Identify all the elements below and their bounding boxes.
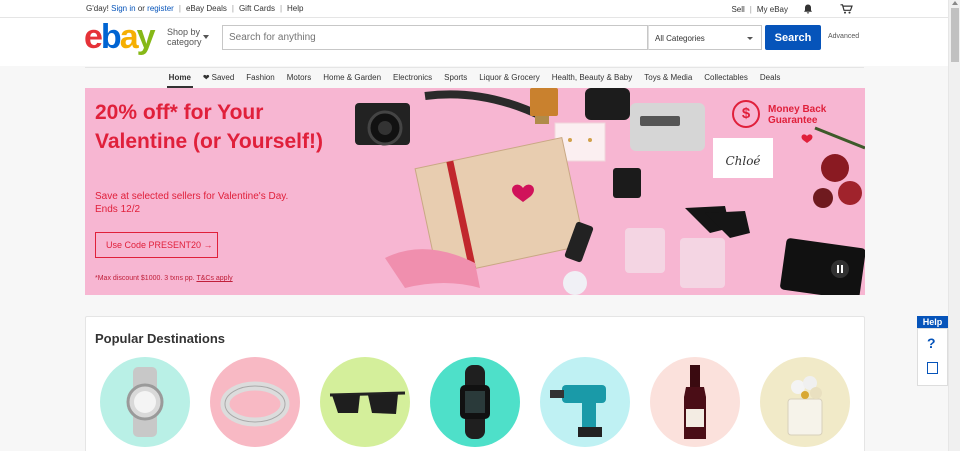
bell-icon[interactable]: [802, 4, 814, 14]
search-input[interactable]: [222, 25, 648, 50]
popular-destinations: Popular Destinations: [85, 316, 865, 451]
nav-label: Health, Beauty & Baby: [551, 73, 633, 82]
nav-label: Sports: [444, 73, 468, 82]
fitness-tracker-icon: [460, 365, 490, 439]
category-nav: Home ❤ Saved Fashion Motors Home & Garden…: [85, 67, 864, 88]
nav-item-liquor-grocery[interactable]: Liquor & Grocery: [473, 68, 545, 88]
nav-label: Home: [168, 73, 191, 82]
nav-label: Toys & Media: [644, 73, 693, 82]
help-link[interactable]: Help: [287, 4, 303, 13]
wine-bottle-icon: [684, 365, 706, 439]
or-text: or: [137, 4, 145, 13]
heart-icon: ❤: [202, 73, 210, 82]
perfume-destination[interactable]: [760, 357, 850, 447]
banner-fine-print: *Max discount $1000. 3 txns pp. T&Cs app…: [95, 275, 233, 282]
nav-label: Motors: [286, 73, 312, 82]
nav-item-toys-media[interactable]: Toys & Media: [638, 68, 698, 88]
help-label: Help: [917, 316, 948, 328]
divider: |: [231, 4, 234, 13]
category-select-value: All Categories: [655, 34, 705, 43]
nav-label: Deals: [759, 73, 781, 82]
nav-label: Liquor & Grocery: [479, 73, 540, 82]
category-label: category: [167, 37, 202, 47]
pause-icon[interactable]: [831, 260, 849, 278]
nav-item-electronics[interactable]: Electronics: [387, 68, 438, 88]
ebay-logo[interactable]: ebay: [84, 18, 156, 56]
nav-item-home[interactable]: Home: [163, 68, 197, 88]
money-back-label: Money Back Guarantee: [768, 104, 826, 126]
logo-letter: b: [100, 18, 122, 56]
destination-list: [100, 357, 870, 447]
bracelet-destination[interactable]: [210, 357, 300, 447]
nav-item-home-garden[interactable]: Home & Garden: [317, 68, 387, 88]
cart-icon[interactable]: [840, 4, 853, 14]
advanced-search-link[interactable]: Advanced: [828, 33, 859, 40]
chevron-down-icon: [203, 35, 209, 39]
help-panel: ?: [917, 328, 948, 386]
help-widget[interactable]: Help ?: [917, 316, 948, 386]
nav-item-deals[interactable]: Deals: [754, 68, 786, 88]
logo-letter: a: [119, 18, 139, 56]
perfume-icon: [787, 376, 823, 436]
greeting-text: G'day!: [86, 4, 109, 13]
top-bar-right: Sell | My eBay: [731, 4, 853, 14]
nav-item-collectables[interactable]: Collectables: [698, 68, 754, 88]
fine-print-text: *Max discount $1000. 3 txns pp.: [95, 275, 195, 282]
nav-label: Collectables: [704, 73, 748, 82]
nav-item-health-beauty-baby[interactable]: Health, Beauty & Baby: [546, 68, 639, 88]
chloe-box-text: Chloé: [725, 154, 760, 168]
nav-item-sports[interactable]: Sports: [438, 68, 473, 88]
sunglasses-icon: [329, 391, 406, 414]
nav-label: Saved: [211, 73, 235, 82]
shop-by-category-button[interactable]: Shop by category: [167, 27, 209, 47]
logo-letter: e: [84, 18, 103, 56]
header: ebay Shop by category All Categories Sea…: [0, 18, 948, 66]
badge-line: Money Back: [768, 104, 827, 115]
checklist-icon[interactable]: [927, 362, 938, 374]
section-title: Popular Destinations: [95, 331, 226, 346]
category-select[interactable]: All Categories: [648, 25, 762, 50]
my-ebay-link[interactable]: My eBay: [757, 5, 788, 14]
wine-destination[interactable]: [650, 357, 740, 447]
promo-banner[interactable]: Chloé 20% off* for Your Valentine (or Yo…: [85, 88, 865, 295]
fitness-tracker-destination[interactable]: [430, 357, 520, 447]
question-icon[interactable]: ?: [927, 335, 936, 351]
divider: |: [749, 4, 752, 14]
use-code-button[interactable]: Use Code PRESENT20 →: [95, 232, 218, 258]
nav-label: Fashion: [246, 73, 275, 82]
scrollbar[interactable]: [948, 0, 960, 451]
watch-destination[interactable]: [100, 357, 190, 447]
nav-label: Electronics: [393, 73, 433, 82]
divider: |: [279, 4, 283, 13]
top-bar: G'day! Sign in or register | eBay Deals …: [0, 0, 948, 18]
nav-item-saved[interactable]: ❤ Saved: [197, 68, 240, 88]
money-back-guarantee-badge: $ Money Back Guarantee: [732, 100, 852, 130]
scrollbar-thumb[interactable]: [951, 8, 959, 62]
nav-label: Home & Garden: [323, 73, 382, 82]
gift-cards-link[interactable]: Gift Cards: [239, 4, 275, 13]
sign-in-link[interactable]: Sign in: [111, 4, 135, 13]
bracelet-icon: [220, 381, 290, 427]
badge-line: Guarantee: [768, 115, 818, 126]
chevron-down-icon: [747, 37, 753, 40]
dollar-icon: $: [732, 100, 760, 128]
logo-letter: y: [136, 18, 156, 56]
drill-icon: [550, 385, 606, 437]
sunglasses-destination[interactable]: [320, 357, 410, 447]
drill-destination[interactable]: [540, 357, 630, 447]
banner-subtitle: Save at selected sellers for Valentine's…: [95, 191, 289, 215]
register-link[interactable]: register: [147, 4, 174, 13]
scroll-up-icon[interactable]: [952, 1, 958, 5]
sell-link[interactable]: Sell: [731, 5, 744, 14]
divider: |: [178, 4, 181, 13]
watch-icon: [126, 367, 164, 437]
ebay-deals-link[interactable]: eBay Deals: [186, 4, 227, 13]
banner-title: 20% off* for Your Valentine (or Yourself…: [95, 101, 323, 153]
nav-item-fashion[interactable]: Fashion: [240, 68, 280, 88]
top-bar-left: G'day! Sign in or register | eBay Deals …: [86, 4, 303, 13]
shop-by-label: Shop by: [167, 27, 201, 37]
search-button[interactable]: Search: [765, 25, 821, 50]
tcs-link[interactable]: T&Cs apply: [196, 275, 232, 282]
nav-item-motors[interactable]: Motors: [281, 68, 317, 88]
